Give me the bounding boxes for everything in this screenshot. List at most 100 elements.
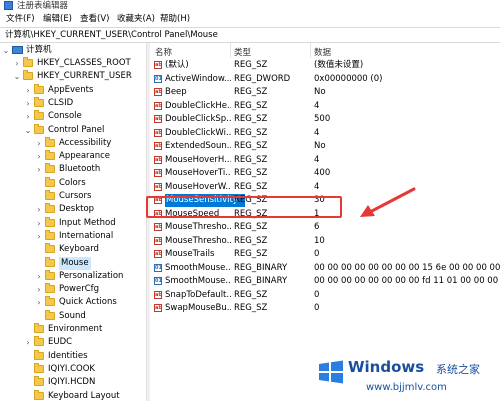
table-row[interactable]: MouseTrails REG_SZ 0	[150, 248, 500, 261]
watermark-url: www.bjjmlv.com	[366, 382, 447, 393]
tree-item[interactable]: › HKEY_CLASSES_ROOT	[0, 57, 146, 70]
table-row[interactable]: DoubleClickSp...REG_SZ 500	[150, 113, 500, 126]
binary-value-icon	[154, 275, 162, 288]
column-divider[interactable]	[310, 43, 311, 58]
column-header-name[interactable]: 名称	[155, 46, 172, 58]
chevron-right-icon[interactable]: ›	[24, 97, 32, 110]
tree-item[interactable]: Mouse	[0, 256, 146, 270]
folder-icon	[45, 229, 55, 240]
tree-item[interactable]: Keyboard Layout	[0, 389, 146, 401]
value-type: REG_SZ	[234, 181, 268, 192]
window-title: 注册表编辑器	[17, 1, 69, 11]
table-row[interactable]: MouseThresho...REG_SZ 6	[150, 221, 500, 234]
folder-icon	[34, 83, 44, 94]
chevron-right-icon[interactable]: ›	[35, 270, 43, 283]
tree-item[interactable]: › Console	[0, 110, 146, 123]
tree-item[interactable]: Identities	[0, 349, 146, 363]
chevron-down-icon[interactable]: ⌄	[13, 70, 21, 83]
chevron-right-icon[interactable]: ›	[35, 230, 43, 243]
chevron-right-icon[interactable]: ›	[24, 110, 32, 123]
chevron-right-icon[interactable]: ›	[35, 296, 43, 309]
value-data: 400	[314, 168, 331, 178]
table-row[interactable]: MouseHoverTi...REG_SZ 400	[150, 167, 500, 180]
tree-item[interactable]: › AppEvents	[0, 83, 146, 97]
address-bar[interactable]: 计算机\HKEY_CURRENT_USER\Control Panel\Mous…	[0, 27, 500, 43]
tree-item[interactable]: ⌄ HKEY_CURRENT_USER	[0, 70, 146, 83]
value-name: MouseThresho...	[165, 222, 231, 232]
tree-item[interactable]: Keyboard	[0, 243, 146, 256]
column-header-data[interactable]: 数据	[314, 46, 331, 58]
chevron-right-icon[interactable]: ›	[35, 217, 43, 230]
address-path[interactable]: 计算机\HKEY_CURRENT_USER\Control Panel\Mous…	[5, 30, 218, 41]
value-type: REG_DWORD	[234, 73, 291, 84]
tree-item-label: Accessibility	[59, 137, 112, 148]
value-name: (默认)	[165, 60, 189, 70]
table-row[interactable]: MouseThresho...REG_SZ 10	[150, 235, 500, 248]
table-row[interactable]: ActiveWindow...REG_DWORD 0x00000000 (0)	[150, 73, 500, 86]
chevron-right-icon[interactable]: ›	[13, 57, 21, 70]
column-header-type[interactable]: 类型	[234, 46, 251, 58]
table-row[interactable]: DoubleClickHe...REG_SZ 4	[150, 100, 500, 113]
column-divider[interactable]	[230, 43, 231, 58]
menu-favorites[interactable]: 收藏夹(A)	[117, 14, 155, 25]
string-value-icon	[154, 100, 162, 113]
table-row[interactable]: SmoothMouse...REG_BINARY 00 00 00 00 00 0…	[150, 262, 500, 275]
value-type: REG_BINARY	[234, 262, 288, 273]
string-value-icon	[154, 154, 162, 167]
chevron-right-icon[interactable]: ›	[35, 283, 43, 296]
tree-item[interactable]: › Personalization	[0, 269, 146, 283]
value-name: MouseHoverW...	[165, 181, 231, 192]
menu-edit[interactable]: 编辑(E)	[43, 14, 72, 25]
annotation-highlight-box	[146, 196, 342, 218]
value-name: ExtendedSoun...	[165, 141, 231, 151]
tree-item[interactable]: › EUDC	[0, 336, 146, 349]
menu-file[interactable]: 文件(F)	[6, 14, 35, 25]
table-row[interactable]: DoubleClickWi...REG_SZ 4	[150, 127, 500, 140]
tree-root-computer[interactable]: ⌄ 计算机	[0, 44, 146, 57]
tree-item-label: CLSID	[48, 97, 74, 108]
value-type: REG_SZ	[234, 289, 268, 300]
tree-item[interactable]: IQIYI.HCDN	[0, 376, 146, 389]
table-row[interactable]: MouseHoverW...REG_SZ 4	[150, 181, 500, 194]
tree-item[interactable]: › Bluetooth	[0, 163, 146, 176]
tree-item[interactable]: › PowerCfg	[0, 283, 146, 296]
tree-item[interactable]: › Quick Actions	[0, 296, 146, 309]
tree-item[interactable]: › Input Method	[0, 216, 146, 230]
table-row[interactable]: SwapMouseBu...REG_SZ 0	[150, 302, 500, 315]
tree-item[interactable]: Sound	[0, 309, 146, 323]
value-type: REG_SZ	[234, 154, 268, 165]
chevron-down-icon[interactable]: ⌄	[24, 124, 32, 137]
tree-item[interactable]: IQIYI.COOK	[0, 362, 146, 376]
chevron-right-icon[interactable]: ›	[24, 84, 32, 97]
table-row[interactable]: SmoothMouse...REG_BINARY 00 00 00 00 00 0…	[150, 275, 500, 288]
chevron-down-icon[interactable]: ⌄	[2, 44, 10, 57]
chevron-right-icon[interactable]: ›	[24, 336, 32, 349]
string-value-icon	[154, 289, 162, 302]
chevron-right-icon[interactable]: ›	[35, 203, 43, 216]
chevron-right-icon[interactable]: ›	[35, 163, 43, 176]
table-row[interactable]: Beep REG_SZ No	[150, 86, 500, 99]
tree-item[interactable]: Colors	[0, 176, 146, 190]
chevron-right-icon[interactable]: ›	[35, 137, 43, 150]
tree-item[interactable]: › CLSID	[0, 96, 146, 110]
tree-item[interactable]: Environment	[0, 323, 146, 336]
table-row[interactable]: SnapToDefault...REG_SZ 0	[150, 289, 500, 302]
tree-item[interactable]: Cursors	[0, 190, 146, 203]
chevron-right-icon[interactable]: ›	[35, 150, 43, 163]
tree-item[interactable]: ⌄ Control Panel	[0, 123, 146, 137]
folder-icon	[45, 176, 55, 187]
tree-item[interactable]: › Desktop	[0, 203, 146, 216]
folder-icon	[45, 190, 55, 200]
table-row[interactable]: (默认) REG_SZ (数值未设置)	[150, 59, 500, 72]
table-row[interactable]: MouseHoverH...REG_SZ 4	[150, 154, 500, 167]
folder-icon	[34, 336, 44, 347]
menu-view[interactable]: 查看(V)	[80, 14, 109, 25]
tree-item[interactable]: › Appearance	[0, 150, 146, 163]
string-value-icon	[154, 167, 162, 180]
tree-item[interactable]: › Accessibility	[0, 136, 146, 150]
tree-item-label: Identities	[48, 350, 88, 361]
tree-item[interactable]: › International	[0, 229, 146, 243]
menu-help[interactable]: 帮助(H)	[160, 14, 190, 25]
binary-value-icon	[154, 262, 162, 275]
table-row[interactable]: ExtendedSoun...REG_SZ No	[150, 140, 500, 153]
